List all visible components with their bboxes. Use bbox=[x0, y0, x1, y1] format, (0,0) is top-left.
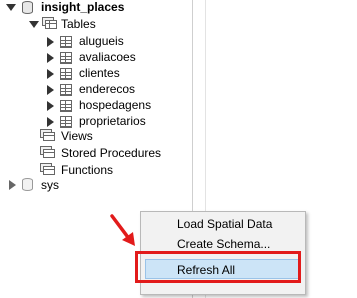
expand-table-arrow-icon[interactable] bbox=[47, 69, 54, 79]
table-item-hospedagens[interactable]: hospedagens bbox=[79, 98, 151, 112]
schema-insight-places[interactable]: insight_places bbox=[41, 0, 124, 14]
collapse-tables-arrow-icon[interactable] bbox=[29, 21, 39, 28]
table-item-avaliacoes[interactable]: avaliacoes bbox=[79, 50, 136, 64]
table-icon bbox=[60, 68, 72, 80]
table-item-enderecos[interactable]: enderecos bbox=[79, 82, 135, 96]
table-icon bbox=[60, 84, 72, 96]
expand-table-arrow-icon[interactable] bbox=[47, 117, 54, 127]
table-item-proprietarios[interactable]: proprietarios bbox=[79, 114, 146, 128]
database-icon bbox=[22, 178, 33, 191]
expand-table-arrow-icon[interactable] bbox=[47, 37, 54, 47]
expand-table-arrow-icon[interactable] bbox=[47, 101, 54, 111]
tables-folder-label[interactable]: Tables bbox=[61, 17, 96, 31]
procedures-folder-icon bbox=[40, 146, 55, 158]
collapse-schema-arrow-icon[interactable] bbox=[6, 4, 16, 11]
annotation-arrow-icon bbox=[110, 214, 135, 246]
functions-folder-label[interactable]: Functions bbox=[61, 163, 113, 177]
table-item-alugueis[interactable]: alugueis bbox=[79, 34, 124, 48]
views-folder-icon bbox=[40, 129, 55, 141]
database-icon bbox=[22, 1, 33, 14]
table-item-clientes[interactable]: clientes bbox=[79, 66, 120, 80]
expand-table-arrow-icon[interactable] bbox=[47, 53, 54, 63]
table-icon bbox=[60, 116, 72, 128]
table-icon bbox=[60, 36, 72, 48]
expand-schema-arrow-icon[interactable] bbox=[9, 180, 16, 190]
functions-folder-icon bbox=[40, 163, 55, 175]
highlight-callout-box bbox=[135, 251, 301, 283]
procedures-folder-label[interactable]: Stored Procedures bbox=[61, 146, 161, 160]
expand-table-arrow-icon[interactable] bbox=[47, 85, 54, 95]
table-icon bbox=[60, 100, 72, 112]
menu-item-load-spatial-data[interactable]: Load Spatial Data bbox=[141, 214, 305, 234]
menu-item-label: Load Spatial Data bbox=[177, 217, 273, 231]
table-icon bbox=[60, 52, 72, 64]
views-folder-label[interactable]: Views bbox=[61, 129, 93, 143]
tables-folder-icon bbox=[42, 17, 57, 29]
schema-sys[interactable]: sys bbox=[41, 178, 59, 192]
